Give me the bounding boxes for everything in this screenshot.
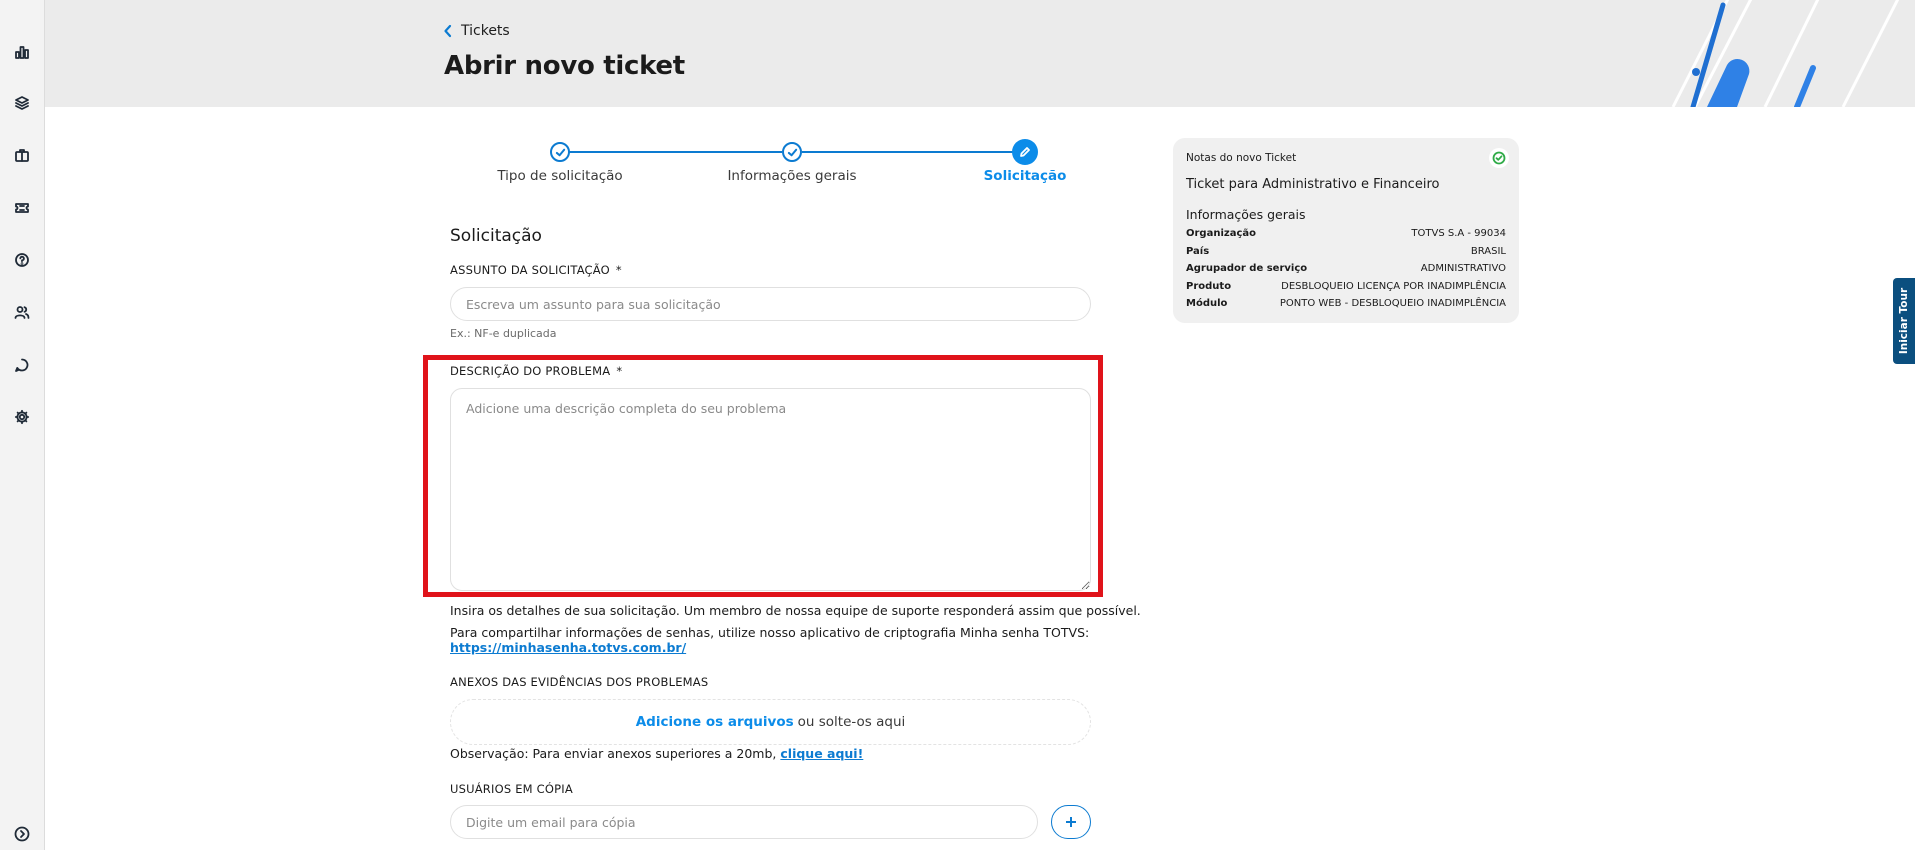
stepper: Tipo de solicitação Informações gerais S… <box>450 139 1100 190</box>
start-tour-label[interactable]: Iniciar Tour <box>1898 288 1910 354</box>
card-row-key: Agrupador de serviço <box>1186 263 1308 274</box>
step-1-done[interactable] <box>550 142 570 162</box>
attachments-note: Observação: Para enviar anexos superiore… <box>450 746 777 761</box>
card-row-key: Módulo <box>1186 298 1228 309</box>
check-icon <box>787 148 797 156</box>
card-row-key: País <box>1186 246 1210 257</box>
header-decoration <box>1671 0 1900 107</box>
sidebar <box>0 0 45 850</box>
chart-icon[interactable] <box>12 42 32 62</box>
chat-icon[interactable] <box>12 355 32 375</box>
briefcase-icon[interactable] <box>12 145 32 165</box>
ticket-notes-card: Notas do novo Ticket Ticket para Adminis… <box>1173 138 1519 323</box>
expand-icon[interactable] <box>12 824 32 844</box>
help-icon[interactable] <box>12 250 32 270</box>
breadcrumb-back[interactable]: Tickets <box>443 23 510 39</box>
check-circle-icon <box>1489 148 1509 168</box>
breadcrumb-label[interactable]: Tickets <box>461 23 510 39</box>
attachments-label: ANEXOS DAS EVIDÊNCIAS DOS PROBLEMAS <box>450 675 709 689</box>
start-tour-tab[interactable]: Iniciar Tour <box>1893 278 1915 364</box>
required-mark: * <box>615 263 622 277</box>
page-header: Tickets Abrir novo ticket <box>45 0 1915 107</box>
step-2-label[interactable]: Informações gerais <box>727 168 856 184</box>
attachments-note-row: Observação: Para enviar anexos superiore… <box>450 746 863 761</box>
info-passwords: Para compartilhar informações de senhas,… <box>450 625 1090 640</box>
step-connector <box>802 151 1026 153</box>
subject-input[interactable] <box>450 287 1091 321</box>
file-dropzone[interactable]: Adicione os arquivos ou solte-os aqui <box>450 699 1091 745</box>
ticket-icon[interactable] <box>12 198 32 218</box>
large-attachments-link[interactable]: clique aqui! <box>780 746 863 761</box>
subject-label: ASSUNTO DA SOLICITAÇÃO * <box>450 263 622 277</box>
layers-icon[interactable] <box>12 93 32 113</box>
cc-email-input[interactable] <box>450 805 1038 839</box>
step-2-done[interactable] <box>782 142 802 162</box>
description-label-text: DESCRIÇÃO DO PROBLEMA <box>450 364 611 378</box>
gear-icon[interactable] <box>12 407 32 427</box>
add-cc-button[interactable] <box>1051 805 1091 839</box>
card-row-value: ADMINISTRATIVO <box>1420 263 1506 274</box>
card-row-value: PONTO WEB - DESBLOQUEIO INADIMPLÊNCIA <box>1279 298 1506 309</box>
subject-hint: Ex.: NF-e duplicada <box>450 327 557 340</box>
card-row-value: BRASIL <box>1470 246 1506 257</box>
password-app-link-row: https://minhasenha.totvs.com.br/ <box>450 640 686 655</box>
users-icon[interactable] <box>12 302 32 322</box>
card-row: Módulo PONTO WEB - DESBLOQUEIO INADIMPLÊN… <box>1186 298 1506 309</box>
card-row-key: Organização <box>1186 228 1256 239</box>
step-3-active[interactable] <box>1012 139 1038 165</box>
pencil-icon <box>1020 147 1030 157</box>
card-row-value: TOTVS S.A - 99034 <box>1411 228 1506 239</box>
add-files-link[interactable]: Adicione os arquivos <box>636 714 794 730</box>
subject-label-text: ASSUNTO DA SOLICITAÇÃO <box>450 263 610 277</box>
card-row: Agrupador de serviço ADMINISTRATIVO <box>1186 263 1506 274</box>
step-3-label[interactable]: Solicitação <box>984 168 1067 184</box>
card-heading: Notas do novo Ticket <box>1186 152 1297 164</box>
required-mark: * <box>616 364 623 378</box>
card-title: Ticket para Administrativo e Financeiro <box>1186 177 1440 192</box>
card-row-key: Produto <box>1186 281 1232 292</box>
step-1-label[interactable]: Tipo de solicitação <box>497 168 622 184</box>
card-subtitle: Informações gerais <box>1186 207 1306 222</box>
chevron-left-icon <box>444 24 452 38</box>
page-title: Abrir novo ticket <box>444 51 685 81</box>
cc-label: USUÁRIOS EM CÓPIA <box>450 782 573 796</box>
card-row: País BRASIL <box>1186 246 1506 257</box>
check-icon <box>555 148 565 156</box>
plus-icon <box>1066 817 1076 827</box>
description-label: DESCRIÇÃO DO PROBLEMA * <box>450 364 622 378</box>
info-details: Insira os detalhes de sua solicitação. U… <box>450 603 1141 618</box>
card-row: Produto DESBLOQUEIO LICENÇA POR INADIMPLÊ… <box>1186 281 1506 292</box>
section-title: Solicitação <box>450 226 542 246</box>
card-row: Organização TOTVS S.A - 99034 <box>1186 228 1506 239</box>
password-app-link[interactable]: https://minhasenha.totvs.com.br/ <box>450 640 686 655</box>
step-connector <box>560 151 782 153</box>
dropzone-text: ou solte-os aqui <box>797 714 906 730</box>
description-textarea[interactable] <box>450 388 1091 591</box>
card-row-value: DESBLOQUEIO LICENÇA POR INADIMPLÊNCIA <box>1281 281 1506 292</box>
